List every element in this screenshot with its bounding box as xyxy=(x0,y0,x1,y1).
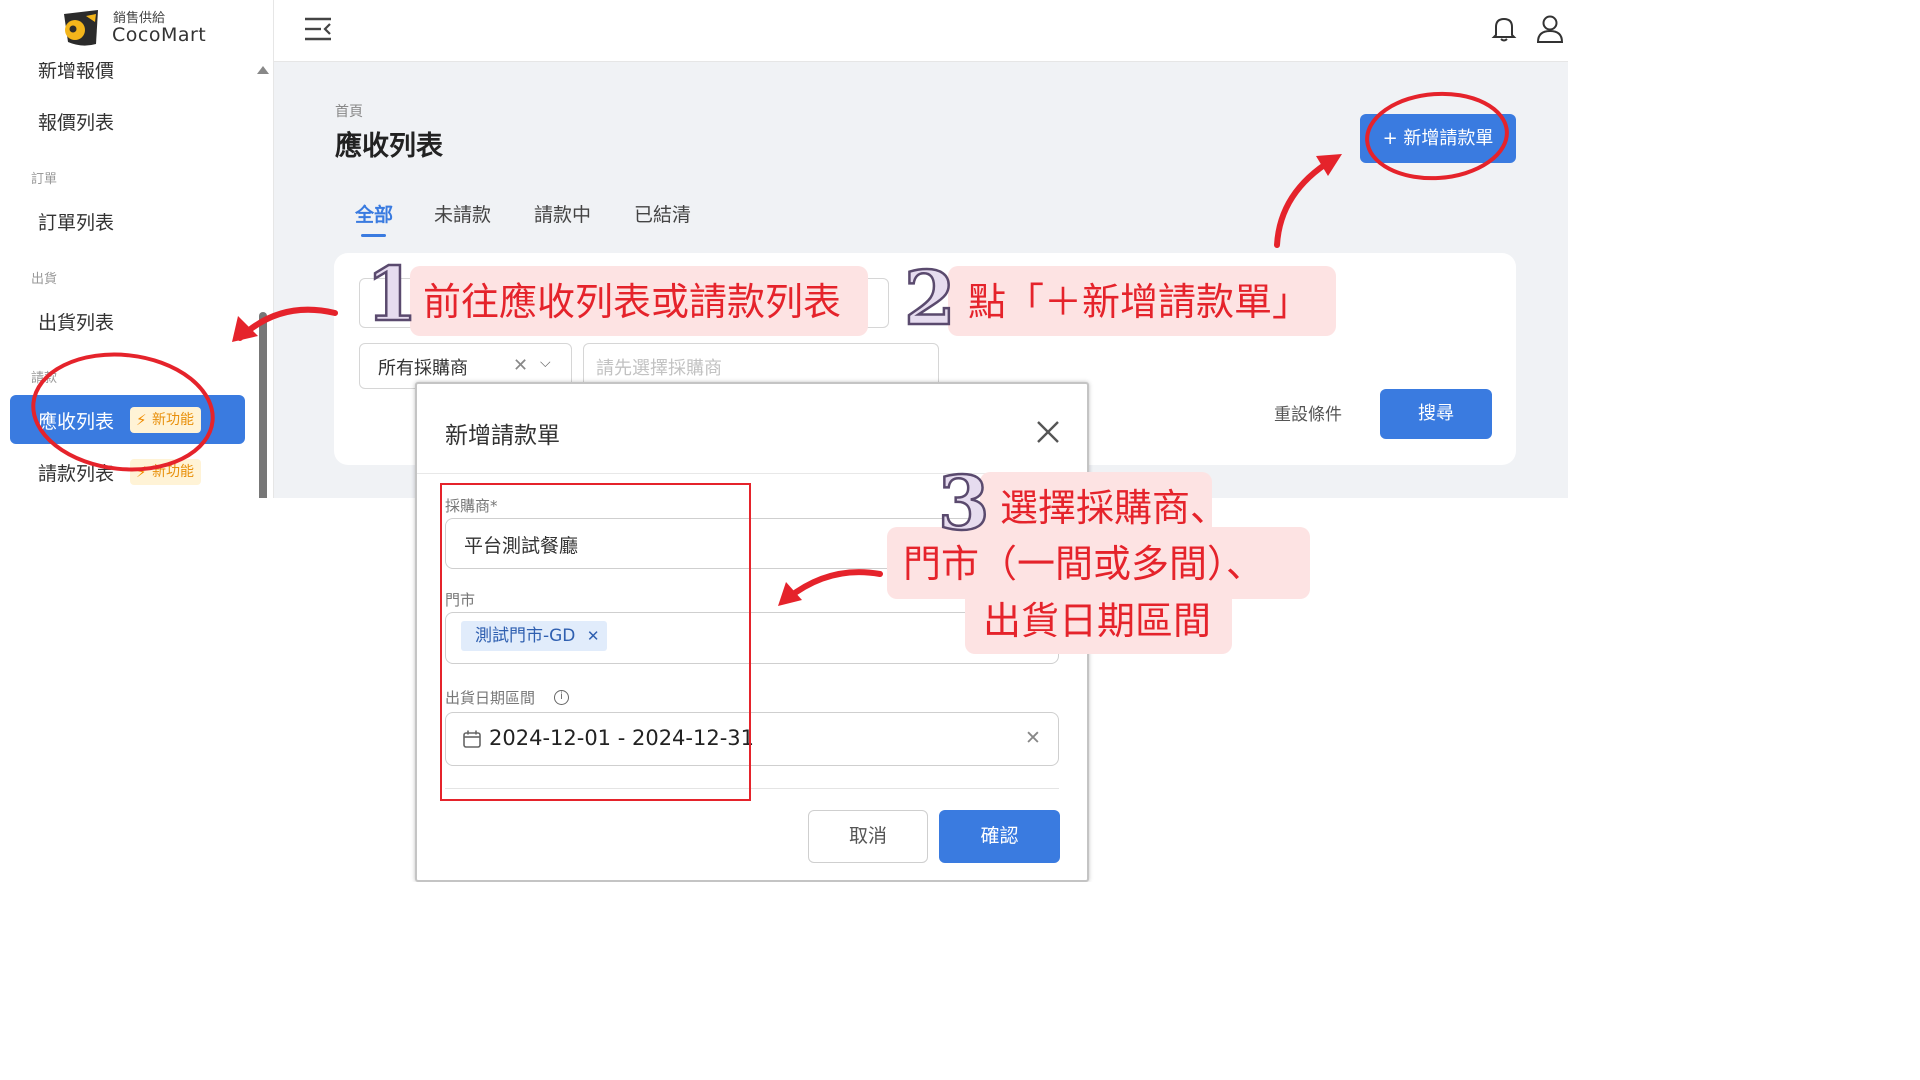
tutorial-screenshot: 銷售供給 CocoMart 新增報價 報價列表 訂單 訂單列表 出貨 出貨列表 … xyxy=(0,0,1568,882)
sidebar-item-label: 應收列表 xyxy=(38,411,115,433)
tab-billing[interactable]: 請款中 xyxy=(534,200,591,227)
user-icon[interactable] xyxy=(1536,14,1564,44)
top-bar: 銷售供給 CocoMart xyxy=(0,0,1568,62)
lightning-icon: ⚡ xyxy=(136,463,147,481)
clear-icon[interactable]: ✕ xyxy=(513,355,528,376)
sidebar-scrollbar[interactable] xyxy=(259,312,267,498)
logo-area[interactable]: 銷售供給 CocoMart xyxy=(0,0,274,62)
sidebar-item-receivables[interactable]: 應收列表 ⚡ 新功能 xyxy=(10,395,245,444)
cocomart-logo-icon xyxy=(64,10,98,46)
close-icon[interactable] xyxy=(1034,418,1062,446)
search-button[interactable]: 搜尋 xyxy=(1380,389,1492,439)
sidebar-item-shipment-list[interactable]: 出貨列表 xyxy=(38,308,114,335)
sidebar: 新增報價 報價列表 訂單 訂單列表 出貨 出貨列表 請款 應收列表 ⚡ 新功能 請… xyxy=(0,62,274,498)
step-2-callout: 點「＋新增請款單」 xyxy=(948,266,1336,336)
sidebar-item-quote-list[interactable]: 報價列表 xyxy=(38,108,114,135)
sidebar-group-shipping: 出貨 xyxy=(31,272,58,287)
step-3-text-line-1: 選擇採購商、 xyxy=(1000,486,1229,530)
sidebar-group-orders: 訂單 xyxy=(31,172,58,187)
chevron-down-icon[interactable]: ⌵ xyxy=(540,355,551,371)
tab-settled[interactable]: 已結清 xyxy=(634,200,691,227)
breadcrumb[interactable]: 首頁 xyxy=(335,101,363,121)
sidebar-group-billing: 請款 xyxy=(31,371,58,386)
step-3-number: 3 xyxy=(937,461,991,547)
buyer-select-value: 所有採購商 xyxy=(378,358,468,379)
menu-collapse-icon[interactable] xyxy=(303,16,333,42)
step-3-text-line-2: 門市（一間或多間）、 xyxy=(903,542,1265,586)
step-3-callout-line-3: 出貨日期區間 xyxy=(965,586,1232,654)
cancel-button[interactable]: 取消 xyxy=(808,810,928,863)
scroll-up-arrow-icon[interactable] xyxy=(257,66,269,74)
brand-name: CocoMart xyxy=(112,24,207,46)
sidebar-item-new-quote[interactable]: 新增報價 xyxy=(38,62,114,83)
lightning-icon: ⚡ xyxy=(136,411,147,429)
dialog-title: 新增請款單 xyxy=(445,423,560,449)
store-select-placeholder: 請先選擇採購商 xyxy=(596,358,722,379)
step-2-text: 點「＋新增請款單」 xyxy=(968,280,1311,324)
step-3-text-line-3: 出貨日期區間 xyxy=(983,599,1212,643)
highlight-box xyxy=(440,483,751,801)
step-1-callout: 前往應收列表或請款列表 xyxy=(410,266,868,336)
sidebar-item-order-list[interactable]: 訂單列表 xyxy=(38,208,114,235)
step-1-text: 前往應收列表或請款列表 xyxy=(423,280,842,324)
reset-filters-link[interactable]: 重設條件 xyxy=(1274,400,1342,425)
step-1-number: 1 xyxy=(365,252,419,338)
tab-indicator xyxy=(361,234,386,237)
bell-icon[interactable] xyxy=(1491,15,1517,43)
tab-unbilled[interactable]: 未請款 xyxy=(434,200,491,227)
sidebar-item-billing-list[interactable]: 請款列表 xyxy=(38,459,114,486)
step-2-number: 2 xyxy=(903,256,957,342)
new-feature-badge: ⚡ 新功能 xyxy=(130,407,201,433)
new-feature-badge: ⚡ 新功能 xyxy=(130,459,201,485)
clear-icon[interactable]: ✕ xyxy=(1025,727,1041,749)
page-title: 應收列表 xyxy=(335,131,443,162)
confirm-button[interactable]: 確認 xyxy=(939,810,1060,863)
add-invoice-button[interactable]: + 新增請款單 xyxy=(1360,114,1516,163)
tab-all[interactable]: 全部 xyxy=(355,200,393,227)
